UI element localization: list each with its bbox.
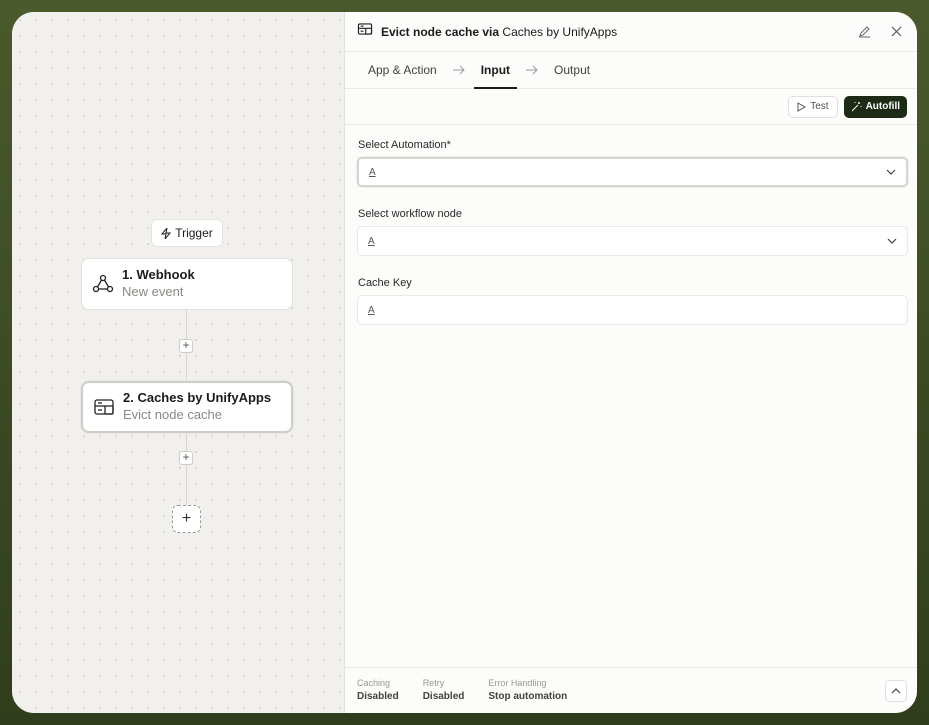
cache-icon [357, 21, 373, 42]
add-step-button[interactable]: + [179, 339, 193, 353]
select-workflow-node-label: Select workflow node [358, 208, 462, 220]
play-icon [797, 101, 807, 112]
setting-value: Disabled [422, 691, 465, 702]
webhook-icon [92, 273, 114, 295]
add-node-button[interactable]: + [172, 505, 201, 533]
step-config-panel: Evict node cache via Caches by UnifyApps… [344, 12, 917, 713]
retry-setting[interactable]: Retry Disabled [423, 677, 465, 704]
cache-key-label: Cache Key [358, 277, 412, 289]
cache-key-input[interactable]: A [357, 295, 908, 325]
text-type-icon: A [369, 166, 376, 178]
caching-setting[interactable]: Caching Disabled [357, 677, 399, 704]
close-icon[interactable] [887, 23, 905, 41]
trigger-badge[interactable]: Trigger [151, 219, 223, 247]
add-step-button[interactable]: + [179, 451, 193, 465]
autofill-button[interactable]: Autofill [843, 95, 907, 118]
panel-footer: Caching Disabled Retry Disabled Error Ha… [345, 667, 917, 713]
magic-wand-icon [851, 102, 862, 112]
arrow-right-icon [517, 52, 547, 88]
bolt-icon [161, 227, 172, 239]
app-window: Trigger 1. Webhook New event + 2. Caches… [12, 12, 917, 713]
expand-footer-button[interactable] [885, 680, 907, 702]
node-caches[interactable]: 2. Caches by UnifyApps Evict node cache [81, 381, 293, 433]
test-button[interactable]: Test [788, 95, 838, 118]
step-tabs: App & Action Input Output [345, 52, 917, 89]
node-title: 1. Webhook [122, 267, 195, 282]
workflow-canvas[interactable]: Trigger 1. Webhook New event + 2. Caches… [12, 12, 344, 713]
panel-header: Evict node cache via Caches by UnifyApps [345, 12, 917, 52]
setting-key: Caching [357, 678, 391, 688]
edit-icon[interactable] [855, 23, 873, 41]
tab-output[interactable]: Output [547, 52, 597, 88]
select-automation-label: Select Automation* [358, 139, 451, 151]
select-workflow-node-dropdown[interactable]: A [357, 226, 908, 256]
connector-line [186, 434, 187, 506]
text-type-icon: A [368, 235, 375, 247]
select-automation-dropdown[interactable]: A [357, 157, 908, 187]
autofill-label: Autofill [865, 101, 900, 112]
tab-input[interactable]: Input [473, 52, 518, 89]
setting-key: Retry [422, 678, 445, 688]
chevron-down-icon [887, 238, 897, 244]
tab-app-action[interactable]: App & Action [361, 52, 444, 88]
cache-icon [93, 396, 115, 418]
chevron-down-icon [886, 169, 896, 175]
arrow-right-icon [444, 52, 474, 88]
chevron-up-icon [891, 688, 901, 694]
node-webhook[interactable]: 1. Webhook New event [81, 258, 293, 310]
node-subtitle: New event [122, 284, 184, 299]
setting-key: Error Handling [488, 678, 547, 688]
panel-title-app: Caches by UnifyApps [502, 24, 618, 39]
node-subtitle: Evict node cache [123, 407, 223, 422]
panel-title: Evict node cache via Caches by UnifyApps [381, 25, 841, 39]
text-type-icon: A [368, 304, 375, 316]
trigger-label: Trigger [175, 226, 213, 240]
error-handling-setting[interactable]: Error Handling Stop automation [488, 677, 567, 704]
panel-toolbar: Test Autofill [345, 89, 917, 125]
setting-value: Disabled [357, 691, 399, 702]
node-title: 2. Caches by UnifyApps [123, 390, 272, 405]
test-label: Test [810, 101, 829, 112]
panel-title-action: Evict node cache via [381, 24, 500, 39]
setting-value: Stop automation [488, 691, 568, 702]
